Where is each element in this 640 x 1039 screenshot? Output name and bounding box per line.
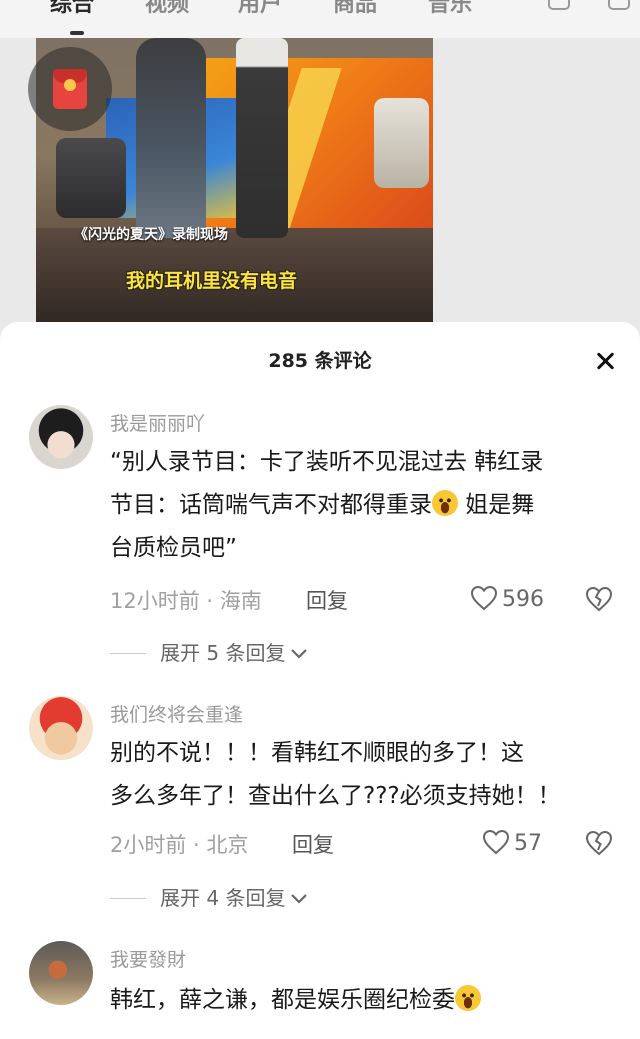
comment-username[interactable]: 我要發財: [110, 945, 186, 972]
red-envelope-icon: [53, 69, 87, 109]
comment-text-line: 多么多年了！查出什么了???必须支持她！！: [110, 783, 561, 809]
expand-label: 展开 4 条回复: [160, 886, 286, 910]
broken-heart-icon: [585, 586, 613, 612]
comment-text: “别人录节目：卡了装听不见混过去 韩红录 节目：话筒喘气声不对都得重录 姐是舞 …: [110, 441, 630, 570]
filter-icon[interactable]: [608, 0, 630, 10]
reply-button[interactable]: 回复: [292, 829, 334, 859]
comments-sheet: 285 条评论 我是丽丽吖 “别人录节目：卡了装听不见混过去 韩红录 节目：话筒…: [0, 322, 640, 1039]
top-tab-bar: 综合 视频 用户 商品 音乐: [0, 0, 640, 38]
broken-heart-icon: [585, 830, 613, 856]
avatar[interactable]: [29, 696, 93, 760]
tab-comprehensive[interactable]: 综合: [50, 0, 94, 18]
expand-replies-button[interactable]: 展开 4 条回复: [110, 882, 309, 911]
avatar[interactable]: [29, 405, 93, 469]
tab-video[interactable]: 视频: [145, 0, 189, 18]
close-icon[interactable]: [590, 346, 620, 376]
like-count: 57: [514, 831, 542, 856]
stage-chair-right: [374, 98, 429, 188]
comment-meta: 2小时前 · 北京: [110, 833, 249, 857]
expand-replies-button[interactable]: 展开 5 条回复: [110, 637, 309, 666]
like-button[interactable]: 57: [482, 829, 542, 856]
comment-text: 别的不说！！！看韩红不顺眼的多了！这 多么多年了！查出什么了???必须支持她！！: [110, 732, 630, 818]
comment-text: 韩红，薛之谦，都是娱乐圈纪检委: [110, 979, 630, 1022]
expand-divider: [110, 653, 146, 654]
like-button[interactable]: 596: [470, 585, 544, 612]
video-person-left: [136, 38, 206, 238]
tab-music[interactable]: 音乐: [428, 0, 472, 18]
comment-username[interactable]: 我们终将会重逢: [110, 700, 243, 727]
tab-extra-icon[interactable]: [548, 0, 570, 10]
tab-user[interactable]: 用户: [238, 0, 282, 18]
comment-text-line: 台质检员吧”: [110, 535, 237, 561]
tab-goods[interactable]: 商品: [333, 0, 377, 18]
comments-count-title: 285 条评论: [268, 350, 372, 372]
video-subtitle: 我的耳机里没有电音: [126, 270, 298, 292]
chevron-down-icon: [291, 894, 308, 904]
video-caption: 《闪光的夏天》录制现场: [74, 227, 228, 243]
comment-username[interactable]: 我是丽丽吖: [110, 409, 205, 436]
comment-text-line: 别的不说！！！看韩红不顺眼的多了！这: [110, 740, 524, 766]
video-person-right: [236, 38, 288, 238]
chevron-down-icon: [291, 649, 308, 659]
active-tab-indicator: [70, 31, 84, 35]
comment-meta: 12小时前 · 海南: [110, 589, 262, 613]
reply-button[interactable]: 回复: [306, 585, 348, 615]
crying-laughing-emoji-icon: [455, 985, 481, 1011]
comment-text-line: 姐是舞: [458, 492, 535, 518]
avatar[interactable]: [29, 941, 93, 1005]
heart-icon: [482, 829, 510, 855]
dislike-button[interactable]: [585, 586, 613, 616]
stage-chair-left: [56, 138, 126, 218]
like-count: 596: [502, 587, 544, 612]
expand-label: 展开 5 条回复: [160, 641, 286, 665]
dislike-button[interactable]: [585, 830, 613, 860]
expand-divider: [110, 898, 146, 899]
comment-text-line: 韩红，薛之谦，都是娱乐圈纪检委: [110, 987, 455, 1013]
comment-text-line: 节目：话筒喘气声不对都得重录: [110, 492, 432, 518]
comment-text-line: “别人录节目：卡了装听不见混过去 韩红录: [110, 449, 544, 475]
heart-icon: [470, 585, 498, 611]
red-packet-button[interactable]: [28, 47, 112, 131]
rolling-laughing-emoji-icon: [432, 490, 458, 516]
